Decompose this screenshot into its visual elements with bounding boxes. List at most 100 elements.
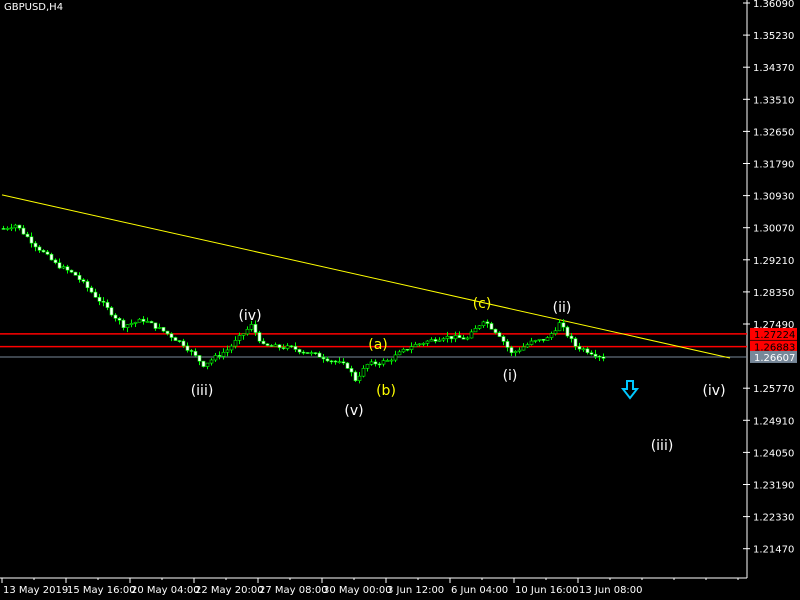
candle-body — [233, 340, 238, 347]
candle-body — [65, 266, 70, 271]
candle-body — [521, 346, 526, 351]
price-tick-label: 1.33510 — [753, 95, 794, 106]
candle-body — [185, 345, 190, 351]
candle-body — [237, 335, 242, 341]
price-chart[interactable]: 1.36090 1.35230 1.34370 1.33510 1.32650 1.317… — [0, 0, 800, 600]
candle-body — [409, 346, 414, 350]
candle-body — [493, 328, 498, 333]
candle-body — [297, 349, 302, 353]
candle-body — [593, 353, 598, 357]
candle-body — [229, 345, 234, 351]
wave-label: (iv) — [702, 383, 725, 399]
candle-body — [197, 355, 202, 362]
candle-body — [421, 343, 426, 345]
candle-body — [565, 326, 570, 337]
candle-body — [313, 352, 318, 354]
candle-body — [385, 360, 390, 362]
price-tick-label: 1.30930 — [753, 192, 794, 203]
candle-body — [33, 242, 38, 248]
candle-body — [53, 259, 58, 263]
wave-label: (iv) — [238, 308, 261, 324]
candle-body — [581, 348, 586, 351]
candle-body — [81, 279, 86, 282]
price-tick-label: 1.23190 — [753, 481, 794, 492]
candle-body — [357, 375, 362, 381]
candle-body — [161, 327, 166, 332]
candle-body — [445, 335, 450, 339]
candle-body — [501, 336, 506, 342]
candle-body — [97, 296, 102, 302]
candle-body — [105, 302, 110, 308]
candle-body — [369, 361, 374, 365]
candle-body — [489, 323, 494, 330]
candle-body — [21, 227, 26, 235]
candle-body — [381, 360, 386, 365]
candle-body — [541, 338, 546, 341]
price-tick-label: 1.29210 — [753, 256, 794, 267]
candle-body — [225, 349, 230, 353]
candle-body — [285, 345, 290, 349]
candle-body — [433, 339, 438, 342]
candle-body — [241, 333, 246, 336]
candle-body — [473, 328, 478, 333]
candle-body — [277, 344, 282, 348]
price-tick-label: 1.30070 — [753, 224, 794, 235]
candle-body — [497, 332, 502, 337]
candle-body — [517, 349, 522, 352]
time-tick-label: 13 Jun 08:00 — [579, 585, 643, 596]
candle-body — [173, 337, 178, 341]
time-tick-label: 10 Jun 16:00 — [515, 585, 579, 596]
candle-body — [401, 348, 406, 353]
candle-body — [29, 236, 34, 244]
candle-body — [537, 338, 542, 341]
candle-body — [205, 362, 210, 367]
candle-body — [61, 266, 66, 269]
candle-body — [397, 351, 402, 356]
candle-body — [265, 343, 270, 346]
time-tick-label: 27 May 08:00 — [259, 585, 328, 596]
chart-title: GBPUSD,H4 — [4, 2, 64, 13]
candle-body — [601, 356, 606, 359]
candle-body — [133, 321, 138, 324]
price-tick-label: 1.24050 — [753, 448, 794, 459]
candle-body — [45, 251, 50, 255]
wave-label: (iii) — [191, 383, 214, 399]
down-arrow-icon — [620, 380, 640, 400]
candle-body — [201, 360, 206, 367]
candle-body — [373, 361, 378, 365]
candle-body — [305, 352, 310, 354]
candle-body — [533, 340, 538, 342]
candle-body — [49, 253, 54, 261]
candle-body — [441, 338, 446, 341]
candle-body — [25, 233, 30, 238]
time-tick-label: 6 Jun 04:00 — [451, 585, 508, 596]
candle-body — [269, 345, 274, 347]
price-tick-label: 1.24910 — [753, 416, 794, 427]
candle-body — [597, 355, 602, 358]
price-tick-label: 1.35230 — [753, 31, 794, 42]
candle-body — [389, 359, 394, 362]
candle-body — [481, 321, 486, 327]
candle-body — [345, 362, 350, 369]
candle-body — [545, 337, 550, 341]
candle-body — [257, 332, 262, 342]
candle-body — [109, 307, 114, 316]
candle-body — [157, 327, 162, 329]
candle-body — [309, 352, 314, 354]
candle-body — [189, 350, 194, 352]
candle-body — [589, 352, 594, 355]
candle-body — [193, 350, 198, 356]
candle-body — [301, 351, 306, 354]
candle-body — [573, 338, 578, 347]
candle-body — [321, 356, 326, 360]
candle-body — [77, 275, 82, 280]
wave-label: (c) — [473, 296, 492, 312]
price-tick-label: 1.36090 — [753, 0, 794, 10]
candle-body — [253, 324, 258, 333]
candle-body — [177, 340, 182, 342]
candle-body — [337, 361, 342, 364]
wave-label: (v) — [344, 403, 363, 419]
candle-body — [169, 333, 174, 338]
candle-body — [69, 269, 74, 273]
candle-body — [361, 368, 366, 377]
